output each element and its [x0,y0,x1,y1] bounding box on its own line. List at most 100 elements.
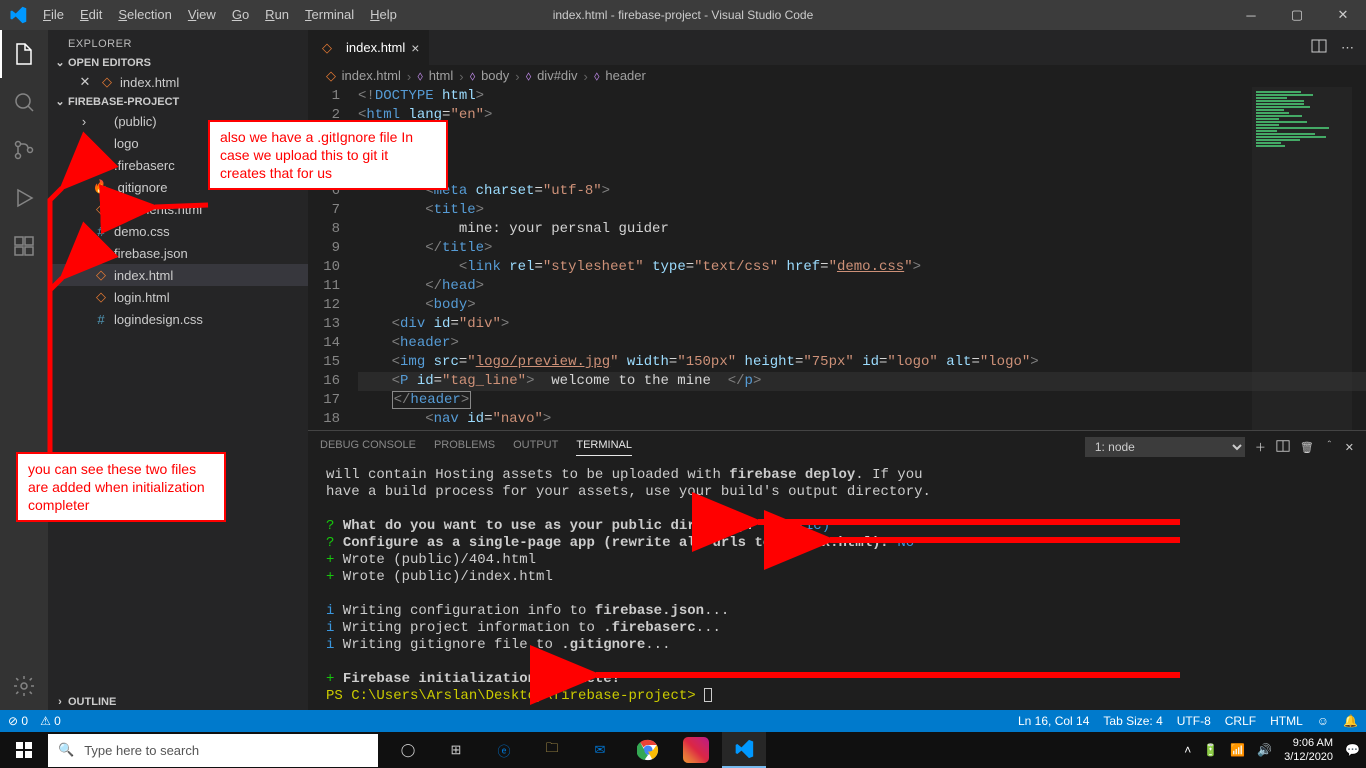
instagram-icon[interactable] [683,737,709,763]
feedback-icon[interactable]: ☺ [1317,714,1329,728]
close-button[interactable]: ✕ [1320,0,1366,30]
encoding[interactable]: UTF-8 [1177,714,1211,728]
panel-tab-output[interactable]: OUTPUT [513,439,558,455]
tab-size[interactable]: Tab Size: 4 [1103,714,1162,728]
panel-tab-terminal[interactable]: TERMINAL [576,439,632,456]
menu-go[interactable]: Go [224,0,257,30]
search-icon[interactable] [0,78,48,126]
breadcrumb-item[interactable]: ⬨ div#div [526,68,578,84]
open-editors-section[interactable]: ⌄OPEN EDITORS [48,54,308,71]
split-terminal-icon[interactable] [1276,439,1290,456]
status-bar: ⊘ 0 ⚠ 0 Ln 16, Col 14 Tab Size: 4 UTF-8 … [0,710,1366,732]
breadcrumb[interactable]: ◇ index.html›⬨ html›⬨ body›⬨ div#div›⬨ h… [308,65,1366,87]
terminal[interactable]: will contain Hosting assets to be upload… [308,463,1366,710]
vscode-logo-icon [0,6,35,24]
new-terminal-icon[interactable]: ＋ [1255,439,1266,455]
start-button[interactable] [0,732,48,768]
search-icon: 🔍 [58,742,74,758]
open-editor-item[interactable]: ✕ ◇ index.html [48,71,308,93]
menu-run[interactable]: Run [257,0,297,30]
outline-section[interactable]: ›OUTLINE [48,694,308,710]
settings-gear-icon[interactable] [0,662,48,710]
battery-icon[interactable]: 🔋 [1203,743,1218,757]
html-file-icon: ◇ [92,201,110,217]
html-file-icon: ◇ [92,267,110,283]
notifications-icon[interactable]: 🔔 [1343,714,1358,728]
cursor-position[interactable]: Ln 16, Col 14 [1018,714,1089,728]
close-tab-icon[interactable]: × [411,40,419,56]
menu-selection[interactable]: Selection [110,0,179,30]
firebase-file-icon: 🔥 [92,157,110,173]
split-editor-icon[interactable] [1311,38,1327,57]
run-debug-icon[interactable] [0,174,48,222]
errors-count[interactable]: ⊘ 0 [8,714,28,728]
language-mode[interactable]: HTML [1270,714,1303,728]
html-file-icon: ◇ [98,74,116,90]
wifi-icon[interactable]: 📶 [1230,743,1245,757]
menu-terminal[interactable]: Terminal [297,0,362,30]
firebase-file-icon: 🔥 [92,245,110,261]
titlebar: FileEditSelectionViewGoRunTerminalHelp i… [0,0,1366,30]
file-icon: 🔥 [92,179,110,195]
annotation-files-added: you can see these two files are added wh… [16,452,226,522]
sidebar-title: EXPLORER [48,30,308,54]
css-file-icon: # [92,224,110,239]
close-icon[interactable]: ✕ [76,74,94,90]
mail-icon[interactable]: ✉ [578,732,622,768]
code-editor[interactable]: 12345678910111213141516171819 <!DOCTYPE … [308,87,1366,430]
window-title: index.html - firebase-project - Visual S… [553,8,814,22]
html-file-icon: ◇ [318,40,336,56]
maximize-panel-icon[interactable]: ＾ [1324,439,1335,455]
terminal-select[interactable]: 1: node [1085,437,1245,457]
warnings-count[interactable]: ⚠ 0 [40,714,61,728]
menu-edit[interactable]: Edit [72,0,110,30]
editor-area: ◇ index.html × ⋯ ◇ index.html›⬨ html›⬨ b… [308,30,1366,710]
menu-view[interactable]: View [180,0,224,30]
action-center-icon[interactable]: 💬 [1345,743,1360,757]
file-demo-css[interactable]: #demo.css [48,220,308,242]
maximize-button[interactable]: ▢ [1274,0,1320,30]
panel-tab-problems[interactable]: PROBLEMS [434,439,495,455]
panel-tab-debug-console[interactable]: DEBUG CONSOLE [320,439,416,455]
breadcrumb-item[interactable]: ⬨ body [470,68,510,84]
activity-bar [0,30,48,710]
edge-icon[interactable]: ⓔ [482,732,526,768]
eol[interactable]: CRLF [1225,714,1256,728]
css-file-icon: # [92,312,110,327]
kill-terminal-icon[interactable]: 🗑 [1300,441,1314,454]
menubar: FileEditSelectionViewGoRunTerminalHelp [35,0,405,30]
file-firebase-json[interactable]: 🔥firebase.json [48,242,308,264]
minimize-button[interactable]: ─ [1228,0,1274,30]
editor-tabs: ◇ index.html × ⋯ [308,30,1366,65]
bottom-panel: DEBUG CONSOLE PROBLEMS OUTPUT TERMINAL 1: n… [308,430,1366,710]
extensions-icon[interactable] [0,222,48,270]
panel-tabs: DEBUG CONSOLE PROBLEMS OUTPUT TERMINAL 1: n… [308,431,1366,463]
cortana-icon[interactable]: ◯ [386,732,430,768]
file-comments-html[interactable]: ◇comments.html [48,198,308,220]
tray-chevron-icon[interactable]: ˄ [1184,743,1191,757]
file-explorer-icon[interactable]: 🗀 [530,732,574,768]
windows-taskbar: 🔍 Type here to search ◯ ⊞ ⓔ 🗀 ✉ ˄ 🔋 📶 🔊 … [0,732,1366,768]
chrome-icon[interactable] [626,732,670,768]
source-control-icon[interactable] [0,126,48,174]
vscode-taskbar-icon[interactable] [722,732,766,768]
explorer-icon[interactable] [0,30,48,78]
project-section[interactable]: ⌄FIREBASE-PROJECT [48,93,308,110]
file-login-html[interactable]: ◇login.html [48,286,308,308]
close-panel-icon[interactable]: ✕ [1345,441,1354,454]
file-index-html[interactable]: ◇index.html [48,264,308,286]
menu-help[interactable]: Help [362,0,405,30]
more-actions-icon[interactable]: ⋯ [1341,40,1354,56]
task-view-icon[interactable]: ⊞ [434,732,478,768]
taskbar-search[interactable]: 🔍 Type here to search [48,734,378,767]
minimap[interactable] [1252,87,1352,430]
tab-index-html[interactable]: ◇ index.html × [308,30,430,65]
file-logindesign-css[interactable]: #logindesign.css [48,308,308,330]
menu-file[interactable]: File [35,0,72,30]
annotation-gitignore: also we have a .gitIgnore file In case w… [208,120,448,190]
breadcrumb-item[interactable]: ⬨ html [417,68,453,84]
volume-icon[interactable]: 🔊 [1257,743,1272,757]
taskbar-clock[interactable]: 9:06 AM 3/12/2020 [1284,736,1333,764]
breadcrumb-item[interactable]: ◇ index.html [326,68,401,84]
breadcrumb-item[interactable]: ⬨ header [594,68,646,84]
